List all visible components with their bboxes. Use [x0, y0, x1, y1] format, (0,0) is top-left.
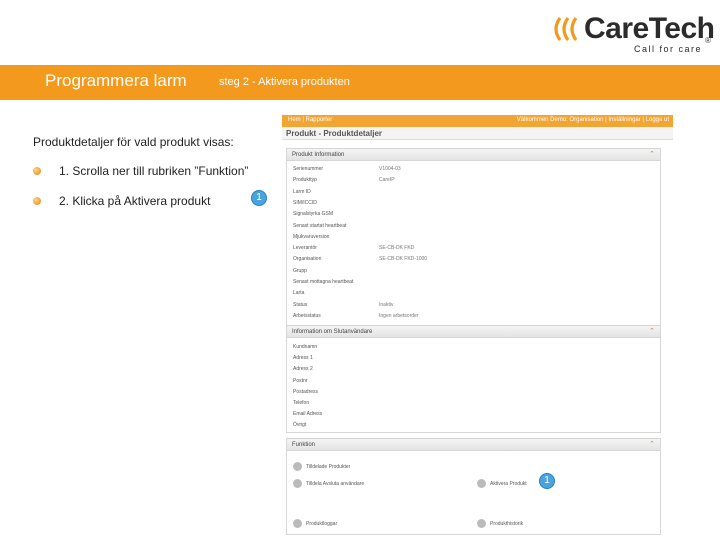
product-info-value: CareIP — [379, 177, 395, 184]
end-user-field-label: Telefon — [293, 400, 310, 406]
collapse-icon[interactable]: ⌃ — [649, 150, 655, 158]
product-info-label: SIM/ICCID — [293, 199, 317, 206]
refresh-icon — [293, 519, 302, 528]
step-callout-badge: 1 — [251, 190, 267, 206]
app-page-title: Produkt - Produktdetaljer — [282, 127, 673, 140]
product-info-label: Signalstyrka GSM — [293, 211, 334, 218]
refresh-icon — [477, 519, 486, 528]
product-logs-link[interactable]: Produktloggar — [293, 519, 337, 528]
panel-title: Funktion — [292, 442, 316, 448]
collapse-icon[interactable]: ⌃ — [649, 327, 655, 335]
logo-arcs-icon — [554, 17, 578, 41]
nav-menu-right[interactable]: Välkommen Demo: Organisation | Inställni… — [517, 117, 669, 123]
product-info-label: Senast startat heartbeat — [293, 222, 347, 229]
activate-callout-badge: 1 — [539, 473, 555, 489]
product-info-label: Produkttyp — [293, 177, 317, 184]
intro-text: Produktdetaljer för vald produkt visas: — [33, 135, 234, 149]
assign-end-user-link[interactable]: Tilldela Avsluta användare — [293, 479, 364, 488]
product-info-value: SE-CB-DK FKD-1000 — [379, 256, 428, 263]
collapse-icon[interactable]: ⌃ — [649, 440, 655, 448]
registered-mark: ® — [705, 36, 711, 45]
end-user-field-label: Adress 1 — [293, 355, 313, 362]
slide-subtitle: steg 2 - Aktivera produkten — [219, 76, 350, 88]
function-panel: Funktion ⌃ Tilldelade Produkter Tilldela… — [286, 438, 661, 535]
product-info-value: SE-CB-DK FKD — [379, 245, 415, 252]
step-text: 2. Klicka på Aktivera produkt — [59, 194, 211, 208]
assigned-products-link[interactable]: Tilldelade Produkter — [293, 462, 350, 471]
nav-menu-left[interactable]: Hem | Rapporter — [288, 117, 332, 123]
product-info-label: Larta — [293, 290, 305, 297]
product-info-label: Arbetsstatus — [293, 312, 321, 319]
bullet-icon — [33, 197, 41, 205]
end-user-header: Information om Slutanvändare ⌃ — [287, 326, 660, 338]
product-info-label: Leverantör — [293, 245, 317, 252]
product-info-header: Produkt Information ⌃ — [287, 149, 660, 161]
product-info-label: Grupp — [293, 267, 307, 274]
bullet-icon — [33, 167, 41, 175]
end-user-field-label: Postnr — [293, 377, 308, 384]
step-text: 1. Scrolla ner till rubriken ”Funktion” — [59, 164, 249, 178]
logo-tagline: Call for care — [634, 44, 703, 54]
product-info-value: Ingen arbetsorder — [379, 312, 419, 319]
end-user-panel: Information om Slutanvändare ⌃ Kundnamn A… — [286, 325, 661, 433]
product-info-label: Larm ID — [293, 188, 311, 195]
end-user-field-label: Email Adress — [293, 411, 323, 418]
product-info-value: Inaktiv — [379, 301, 394, 308]
product-info-label: Mjukvaruversion — [293, 233, 330, 240]
product-info-label: Organisation — [293, 256, 322, 263]
product-info-label: Serienummer — [293, 166, 324, 172]
app-nav-bar: Hem | Rapporter Välkommen Demo: Organisa… — [282, 115, 673, 127]
product-info-label: Status — [293, 301, 308, 308]
slide-title: Programmera larm — [45, 71, 187, 90]
product-info-value: V1004-03 — [379, 166, 401, 172]
users-icon — [293, 462, 302, 471]
activate-product-link[interactable]: Aktivera Produkt — [477, 479, 527, 488]
product-history-link[interactable]: Produkthistorik — [477, 519, 523, 528]
end-user-field-label: Övrigt — [293, 422, 307, 429]
app-screenshot: Hem | Rapporter Välkommen Demo: Organisa… — [282, 115, 673, 538]
end-user-field-label: Adress 2 — [293, 366, 313, 373]
product-info-label: Senast mottagna heartbeat — [293, 279, 354, 285]
product-info-panel: Produkt Information ⌃ Serienummer V1004-0… — [286, 148, 661, 327]
caretech-logo: CareTech ® Call for care — [550, 12, 715, 56]
function-header: Funktion ⌃ — [287, 439, 660, 451]
logo-wordmark: CareTech — [584, 12, 715, 45]
panel-title: Information om Slutanvändare — [292, 329, 373, 335]
users-icon — [293, 479, 302, 488]
panel-title: Produkt Information — [292, 152, 345, 158]
link-icon — [477, 479, 486, 488]
end-user-field-label: Kundnamn — [293, 344, 318, 350]
title-bar: Programmera larm steg 2 - Aktivera produ… — [0, 65, 720, 100]
end-user-field-label: Postadress — [293, 388, 319, 395]
